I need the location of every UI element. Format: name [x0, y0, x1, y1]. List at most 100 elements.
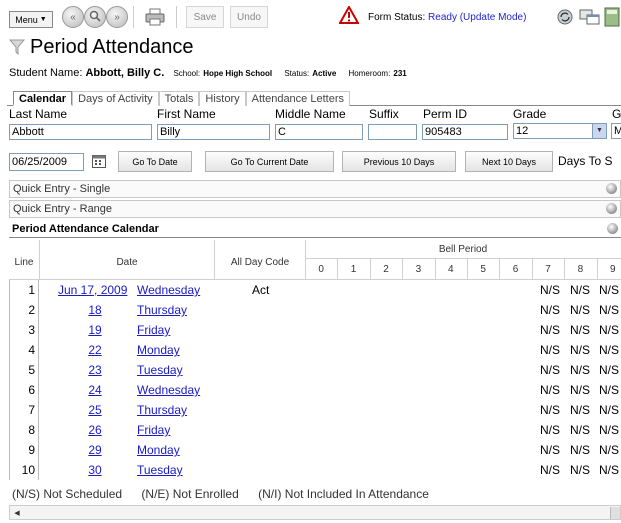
- day-link[interactable]: Friday: [137, 320, 222, 340]
- period-7-status[interactable]: N/S: [540, 280, 568, 300]
- last-name-field[interactable]: Abbott: [9, 124, 152, 140]
- period-7-status[interactable]: N/S: [540, 420, 568, 440]
- period-7-status[interactable]: N/S: [540, 440, 568, 460]
- go-to-date-button[interactable]: Go To Date: [118, 151, 192, 172]
- chevron-down-icon[interactable]: ▼: [592, 124, 606, 138]
- previous-10-days-button[interactable]: Previous 10 Days: [342, 151, 456, 172]
- window-button[interactable]: [578, 6, 602, 28]
- day-link[interactable]: Thursday: [137, 300, 222, 320]
- refresh-button[interactable]: [553, 6, 577, 28]
- undo-button[interactable]: Undo: [230, 6, 268, 28]
- period-7-status[interactable]: N/S: [540, 320, 568, 340]
- date-link[interactable]: 26: [50, 420, 140, 440]
- back-button[interactable]: «: [62, 6, 84, 28]
- calendar-picker-icon[interactable]: [92, 153, 107, 168]
- date-link[interactable]: 19: [50, 320, 140, 340]
- tab-days-of-activity[interactable]: Days of Activity: [72, 91, 159, 106]
- period-9-status[interactable]: N/S: [599, 320, 621, 340]
- period-9-status[interactable]: N/S: [599, 280, 621, 300]
- perm-id-field[interactable]: 905483: [422, 124, 508, 140]
- all-day-code[interactable]: [252, 360, 292, 380]
- period-9-status[interactable]: N/S: [599, 420, 621, 440]
- period-9-status[interactable]: N/S: [599, 440, 621, 460]
- all-day-code[interactable]: [252, 380, 292, 400]
- period-7-status[interactable]: N/S: [540, 340, 568, 360]
- period-8-status[interactable]: N/S: [570, 340, 598, 360]
- scrollbar-thumb[interactable]: [610, 507, 620, 519]
- period-9-status[interactable]: N/S: [599, 340, 621, 360]
- expand-icon[interactable]: [606, 203, 617, 214]
- date-link[interactable]: 30: [50, 460, 140, 480]
- tab-calendar[interactable]: Calendar: [13, 91, 73, 106]
- scroll-left-icon[interactable]: ◀: [11, 507, 23, 519]
- date-link[interactable]: 22: [50, 340, 140, 360]
- middle-name-field[interactable]: C: [275, 124, 363, 140]
- gender-select[interactable]: M: [611, 123, 621, 139]
- date-link[interactable]: 29: [50, 440, 140, 460]
- date-link[interactable]: 25: [50, 400, 140, 420]
- period-8-status[interactable]: N/S: [570, 360, 598, 380]
- all-day-code[interactable]: [252, 300, 292, 320]
- day-link[interactable]: Tuesday: [137, 360, 222, 380]
- suffix-field[interactable]: [368, 124, 417, 140]
- tab-history[interactable]: History: [199, 91, 246, 106]
- period-8-status[interactable]: N/S: [570, 300, 598, 320]
- collapse-icon[interactable]: [607, 223, 618, 234]
- calculator-button[interactable]: [603, 6, 621, 28]
- day-link[interactable]: Monday: [137, 440, 222, 460]
- grade-select[interactable]: 12 ▼: [513, 123, 607, 139]
- date-link[interactable]: Jun 17, 2009: [50, 280, 140, 300]
- all-day-code[interactable]: [252, 440, 292, 460]
- period-divider: [564, 258, 566, 279]
- period-8-status[interactable]: N/S: [570, 440, 598, 460]
- date-link[interactable]: 18: [50, 300, 140, 320]
- day-link[interactable]: Monday: [137, 340, 222, 360]
- go-to-current-date-button[interactable]: Go To Current Date: [205, 151, 334, 172]
- period-8-status[interactable]: N/S: [570, 400, 598, 420]
- all-day-code[interactable]: Act: [252, 280, 292, 300]
- print-button[interactable]: [143, 6, 167, 28]
- period-8-status[interactable]: N/S: [570, 280, 598, 300]
- day-link[interactable]: Wednesday: [137, 380, 222, 400]
- period-9-status[interactable]: N/S: [599, 400, 621, 420]
- tab-attendance-letters[interactable]: Attendance Letters: [245, 91, 350, 106]
- tab-totals[interactable]: Totals: [158, 91, 200, 106]
- period-8-status[interactable]: N/S: [570, 380, 598, 400]
- day-link[interactable]: Tuesday: [137, 460, 222, 480]
- period-9-status[interactable]: N/S: [599, 380, 621, 400]
- day-link[interactable]: Thursday: [137, 400, 222, 420]
- quick-entry-range-bar[interactable]: Quick Entry - Range: [9, 200, 621, 218]
- horizontal-scrollbar[interactable]: ◀: [9, 505, 621, 520]
- all-day-code[interactable]: [252, 400, 292, 420]
- all-day-code[interactable]: [252, 320, 292, 340]
- all-day-code[interactable]: [252, 420, 292, 440]
- period-8-status[interactable]: N/S: [570, 460, 598, 480]
- date-field[interactable]: 06/25/2009: [9, 153, 84, 171]
- next-10-days-button[interactable]: Next 10 Days: [465, 151, 553, 172]
- all-day-code[interactable]: [252, 460, 292, 480]
- search-button[interactable]: [84, 6, 106, 28]
- form-status-label: Form Status:: [368, 12, 426, 23]
- period-7-status[interactable]: N/S: [540, 380, 568, 400]
- day-link[interactable]: Wednesday: [137, 280, 222, 300]
- date-link[interactable]: 23: [50, 360, 140, 380]
- first-name-field[interactable]: Billy: [157, 124, 270, 140]
- period-9-status[interactable]: N/S: [599, 360, 621, 380]
- period-7-status[interactable]: N/S: [540, 300, 568, 320]
- period-9-status[interactable]: N/S: [599, 460, 621, 480]
- date-link[interactable]: 24: [50, 380, 140, 400]
- period-8-status[interactable]: N/S: [570, 320, 598, 340]
- period-8-status[interactable]: N/S: [570, 420, 598, 440]
- period-9-status[interactable]: N/S: [599, 300, 621, 320]
- expand-icon[interactable]: [606, 183, 617, 194]
- save-button[interactable]: Save: [186, 6, 224, 28]
- menu-button[interactable]: Menu ▼: [9, 11, 53, 28]
- period-7-status[interactable]: N/S: [540, 460, 568, 480]
- all-day-code[interactable]: [252, 340, 292, 360]
- quick-entry-single-bar[interactable]: Quick Entry - Single: [9, 180, 621, 198]
- period-7-status[interactable]: N/S: [540, 360, 568, 380]
- days-to-label: Days To S: [558, 154, 613, 168]
- day-link[interactable]: Friday: [137, 420, 222, 440]
- period-7-status[interactable]: N/S: [540, 400, 568, 420]
- forward-button[interactable]: »: [106, 6, 128, 28]
